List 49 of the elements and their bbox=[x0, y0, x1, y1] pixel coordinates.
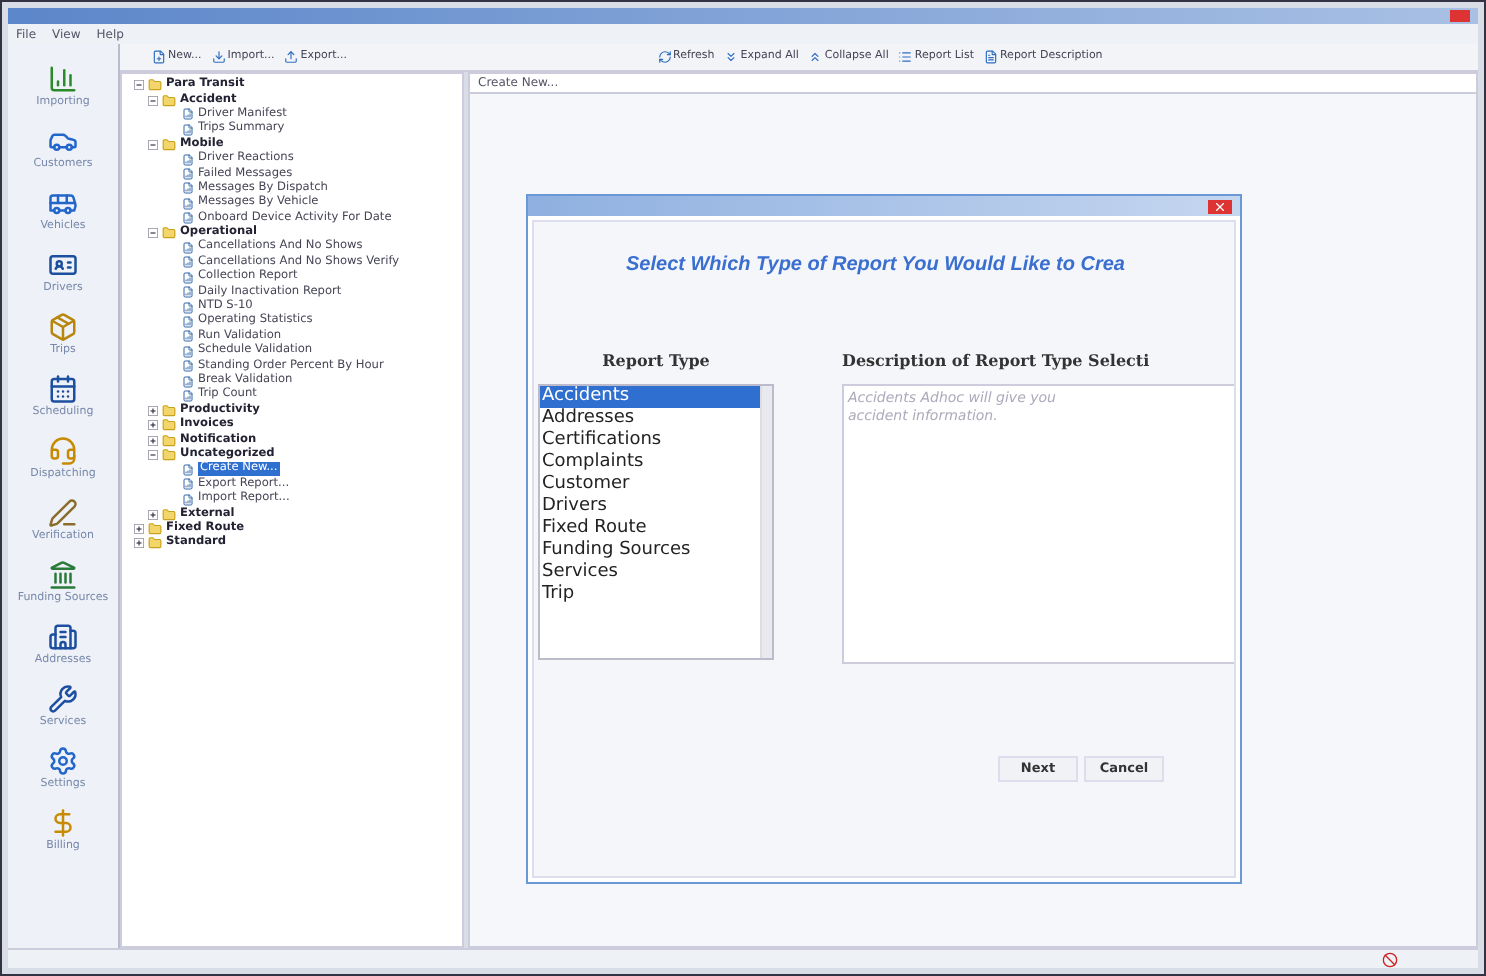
calendar-icon[interactable] bbox=[48, 374, 78, 404]
minus-icon[interactable] bbox=[148, 449, 158, 460]
upload-icon bbox=[284, 50, 299, 64]
pen-icon[interactable] bbox=[48, 498, 78, 528]
list-item[interactable]: Fixed Route bbox=[540, 518, 760, 540]
headset-icon[interactable] bbox=[47, 436, 78, 466]
list-item[interactable]: Complaints bbox=[540, 452, 760, 474]
settings-icon[interactable] bbox=[48, 746, 78, 776]
minus-icon[interactable] bbox=[148, 228, 158, 239]
plus-icon[interactable] bbox=[148, 405, 158, 416]
new-file-icon bbox=[152, 50, 166, 64]
minus-icon[interactable] bbox=[134, 80, 144, 91]
folder-icon bbox=[162, 137, 176, 152]
list-item[interactable]: Drivers bbox=[540, 496, 760, 518]
download-icon bbox=[211, 50, 226, 64]
plus-icon[interactable] bbox=[134, 523, 144, 534]
document-icon bbox=[983, 50, 998, 64]
bar-chart-icon[interactable] bbox=[47, 64, 78, 94]
list-item[interactable]: Certifications bbox=[540, 430, 760, 452]
dialog-heading: Select Which Type of Report You Would Like to Crea bbox=[626, 252, 1127, 280]
list-item[interactable]: Customer bbox=[540, 474, 760, 496]
list-item[interactable]: Services bbox=[540, 562, 760, 584]
list-item[interactable]: Accidents bbox=[540, 386, 760, 408]
plus-icon[interactable] bbox=[148, 435, 158, 446]
plus-icon[interactable] bbox=[148, 420, 158, 431]
collapse-icon bbox=[808, 50, 823, 64]
package-icon[interactable] bbox=[48, 312, 78, 342]
folder-icon bbox=[162, 226, 176, 241]
close-icon[interactable] bbox=[1208, 199, 1232, 213]
description-label: Description of Report Type Selecti bbox=[842, 348, 1152, 372]
id-card-icon[interactable] bbox=[47, 250, 78, 280]
list-item[interactable]: Funding Sources bbox=[540, 540, 760, 562]
dollar-icon[interactable] bbox=[48, 808, 78, 838]
prohibited-icon bbox=[1382, 951, 1398, 967]
minus-icon[interactable] bbox=[148, 139, 158, 150]
expand-icon bbox=[724, 50, 739, 64]
list-label: Report Type bbox=[602, 348, 710, 372]
plus-icon[interactable] bbox=[134, 538, 144, 549]
bus-icon[interactable] bbox=[47, 188, 78, 218]
tool-icon[interactable] bbox=[47, 684, 78, 714]
refresh-icon bbox=[657, 50, 671, 64]
building-icon[interactable] bbox=[48, 622, 78, 652]
list-icon bbox=[898, 50, 913, 64]
bank-icon[interactable] bbox=[48, 560, 78, 590]
minus-icon[interactable] bbox=[148, 95, 158, 106]
list-item[interactable]: Trip bbox=[540, 584, 760, 606]
list-item[interactable]: Addresses bbox=[540, 408, 760, 430]
scrollbar[interactable] bbox=[760, 386, 772, 658]
plus-icon[interactable] bbox=[148, 509, 158, 520]
